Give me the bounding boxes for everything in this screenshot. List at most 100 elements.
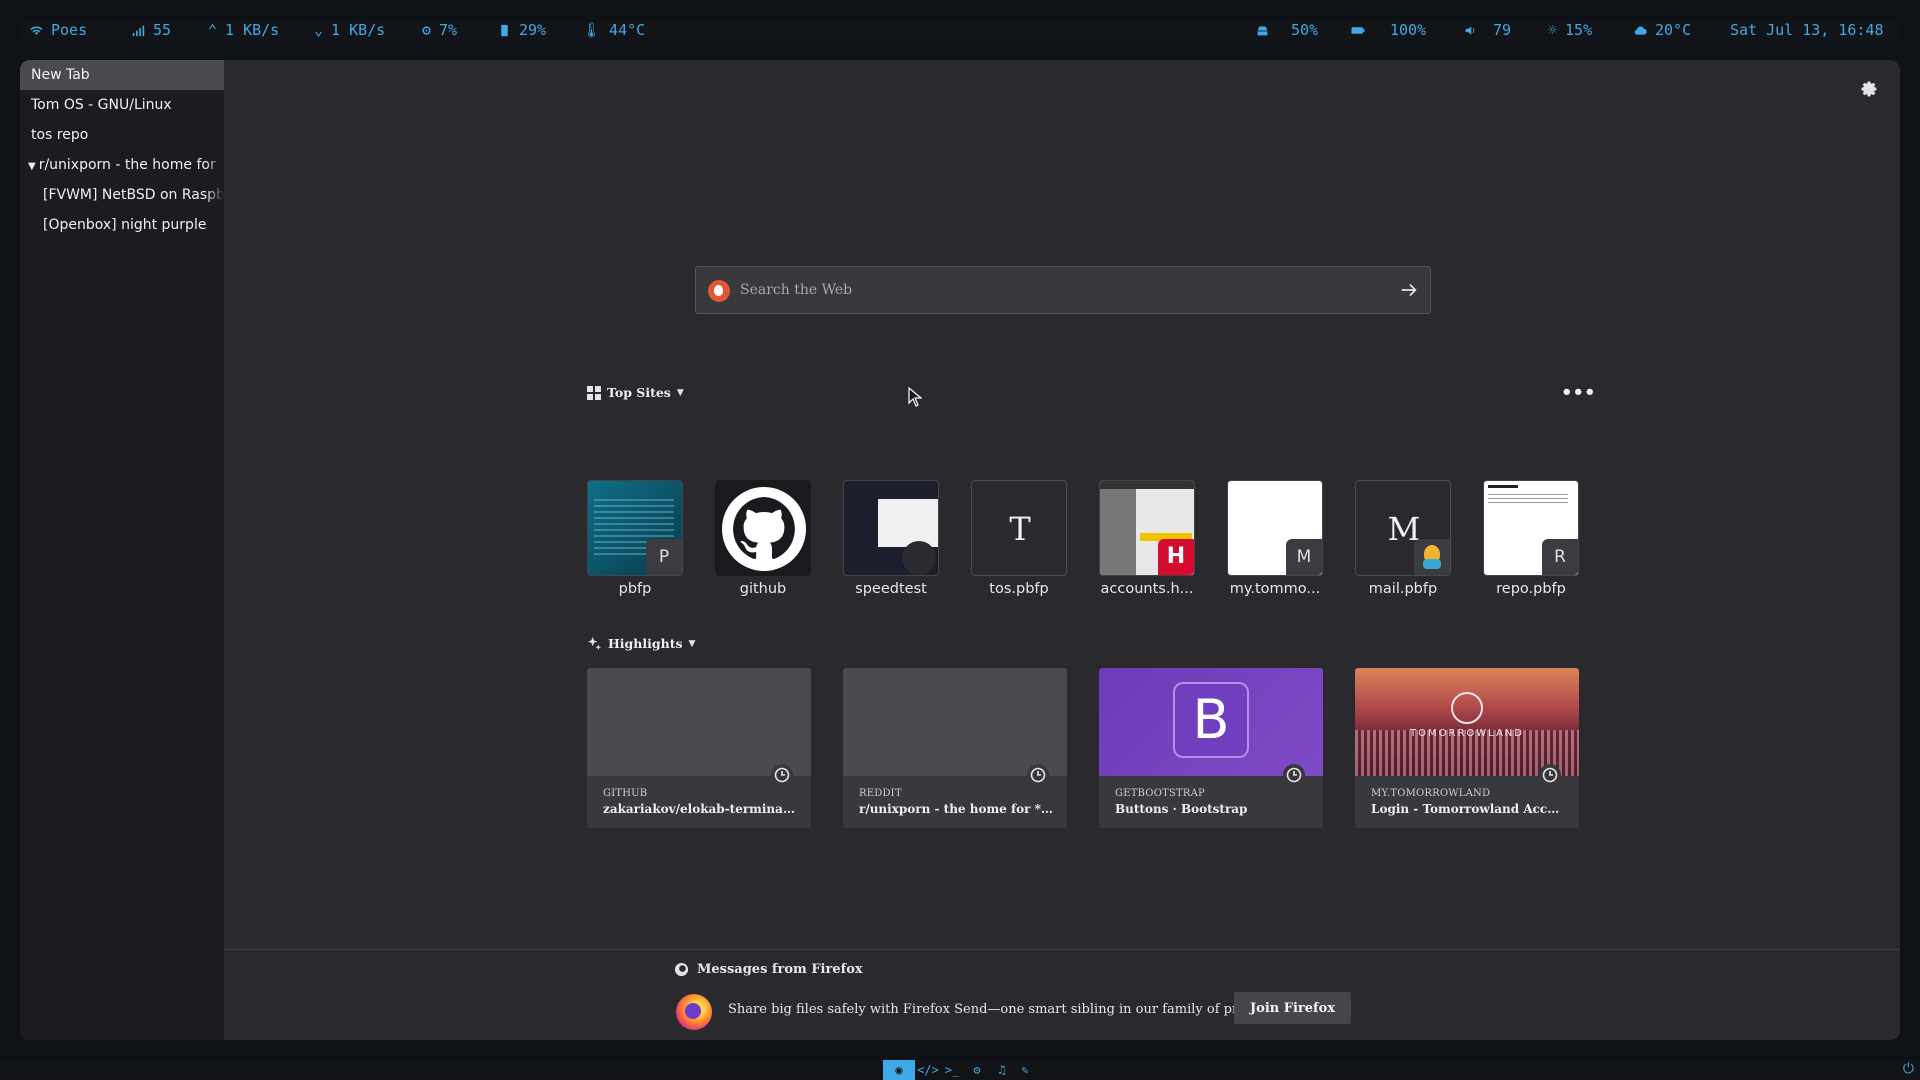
card-title: Login - Tomorrowland Account [1371,802,1567,816]
download-arrow-icon: ⌄ [314,21,324,39]
cpu-indicator: ⚙ 7% [422,20,457,40]
memory-icon [498,24,511,37]
top-site-tile[interactable]: M mail.pbfp [1355,480,1451,597]
card-image [843,668,1067,776]
highlight-card[interactable]: TOMORROWLAND MY.TOMORROWLAND Login - Tom… [1355,668,1579,828]
wifi-indicator: Poes [30,20,87,40]
card-image [587,668,811,776]
signal-indicator: 55 [132,20,171,40]
dock-code-icon[interactable]: </> [917,1060,939,1080]
duckduckgo-logo-icon [708,280,730,302]
web-search-box[interactable] [695,266,1431,314]
chevron-down-icon[interactable]: ▼ [689,639,696,649]
card-source: GITHUB [603,788,648,799]
disk-icon [1256,24,1269,37]
tomorrowland-emblem [1451,692,1483,724]
site-label: github [739,581,787,597]
tomorrowland-logo: TOMORROWLAND [1410,728,1524,739]
more-options-icon[interactable]: ••• [1561,384,1596,402]
grid-icon [587,385,601,400]
cloud-icon [1634,24,1647,37]
card-title: Buttons · Bootstrap [1115,802,1248,816]
volume-value: 79 [1493,21,1512,39]
site-thumbnail: M [1227,480,1323,576]
top-sites-header[interactable]: Top Sites ▼ [587,385,684,400]
wifi-icon [30,24,43,37]
search-input[interactable] [740,267,1380,313]
settings-gear-icon[interactable] [1860,80,1878,98]
bottom-dock: ◉ </> >_ ⚙ ♫ ✎ ⏻ [0,1060,1920,1080]
top-site-tile[interactable]: H accounts.h... [1099,480,1195,597]
tab-tom-os[interactable]: Tom OS - GNU/Linux [20,90,224,120]
dock-terminal-icon[interactable]: >_ [941,1060,963,1080]
dock-editor-icon[interactable]: ✎ [1014,1060,1036,1080]
temperature-value: 44°C [609,21,646,39]
upload-value: 1 KB/s [225,21,280,39]
dock-settings-icon[interactable]: ⚙ [966,1060,988,1080]
site-thumbnail [715,480,811,576]
site-label: tos.pbfp [989,581,1049,597]
tab-label: Tom OS - GNU/Linux [31,97,172,113]
tab-label: r/unixporn - the home for [38,157,216,173]
site-thumbnail: R [1483,480,1579,576]
tab-openbox-night-purple[interactable]: [Openbox] night purple [20,210,224,240]
upload-arrow-icon: ⌃ [208,21,218,39]
card-title: r/unixporn - the home for *NIX c... [859,802,1055,816]
power-icon[interactable]: ⏻ [1903,1061,1914,1077]
bootstrap-logo: B [1173,682,1249,758]
temperature-indicator: 🌡 44°C [582,20,645,40]
top-site-tile[interactable]: R repo.pbfp [1483,480,1579,597]
top-site-tile[interactable]: github [715,480,811,597]
volume-indicator[interactable]: 79 [1464,20,1511,40]
firefox-glyph-icon [674,962,689,977]
weather-value: 20°C [1655,21,1692,39]
top-site-tile[interactable]: speedtest [843,480,939,597]
highlight-card[interactable]: REDDIT r/unixporn - the home for *NIX c.… [843,668,1067,828]
card-title: zakariakov/elokab-terminal: Lig... [603,802,799,816]
disk-indicator: 50% [1256,20,1318,40]
page-header-strip [1100,481,1194,489]
highlight-card[interactable]: B GETBOOTSTRAP Buttons · Bootstrap [1099,668,1323,828]
brightness-indicator[interactable]: ☼ 15% [1548,20,1592,40]
site-thumbnail [843,480,939,576]
tab-fvwm-netbsd[interactable]: [FVWM] NetBSD on Raspberry [20,180,224,210]
messages-header: Messages from Firefox [674,962,863,977]
top-site-tile[interactable]: T tos.pbfp [971,480,1067,597]
signal-bars-icon [132,24,145,37]
tab-label: New Tab [31,67,90,83]
github-logo-icon [722,487,806,571]
firefox-logo-icon [676,994,712,1030]
tree-style-tabs-sidebar: New Tab Tom OS - GNU/Linux tos repo ▼ r/u… [20,60,224,1040]
highlights-header[interactable]: Highlights ▼ [587,636,695,651]
highlights-title: Highlights [608,636,683,651]
page-side-image [1100,489,1136,575]
dock-browser-icon[interactable]: ◉ [883,1060,915,1080]
join-firefox-button[interactable]: Join Firefox [1234,992,1352,1024]
mouse-pointer-icon [908,387,922,407]
message-text: Share big files safely with Firefox Send… [728,1002,1287,1017]
chevron-down-icon[interactable]: ▼ [677,388,684,398]
site-thumbnail: T [971,480,1067,576]
tab-new-tab[interactable]: New Tab [20,60,224,90]
card-image: TOMORROWLAND [1355,668,1579,776]
top-sites-title: Top Sites [607,385,671,400]
tab-unixporn[interactable]: ▼ r/unixporn - the home for [20,150,224,180]
upload-indicator: ⌃ 1 KB/s [208,20,279,40]
hetzner-badge: H [1158,539,1194,575]
card-source: MY.TOMORROWLAND [1371,788,1491,799]
tab-tos-repo[interactable]: tos repo [20,120,224,150]
top-site-tile[interactable]: P pbfp [587,480,683,597]
highlight-card[interactable]: GITHUB zakariakov/elokab-terminal: Lig..… [587,668,811,828]
card-image: B [1099,668,1323,776]
signal-value: 55 [153,21,172,39]
expand-triangle-icon[interactable]: ▼ [28,161,36,172]
clock-icon [1283,764,1305,786]
site-thumbnail: P [587,480,683,576]
search-submit-arrow-icon[interactable] [1398,279,1420,301]
dock-music-icon[interactable]: ♫ [991,1060,1013,1080]
memory-indicator: 29% [498,20,546,40]
top-site-tile[interactable]: M my.tommo... [1227,480,1323,597]
cpu-gears-icon: ⚙ [422,21,432,39]
site-label: speedtest [855,581,927,597]
battery-icon [1350,24,1366,37]
